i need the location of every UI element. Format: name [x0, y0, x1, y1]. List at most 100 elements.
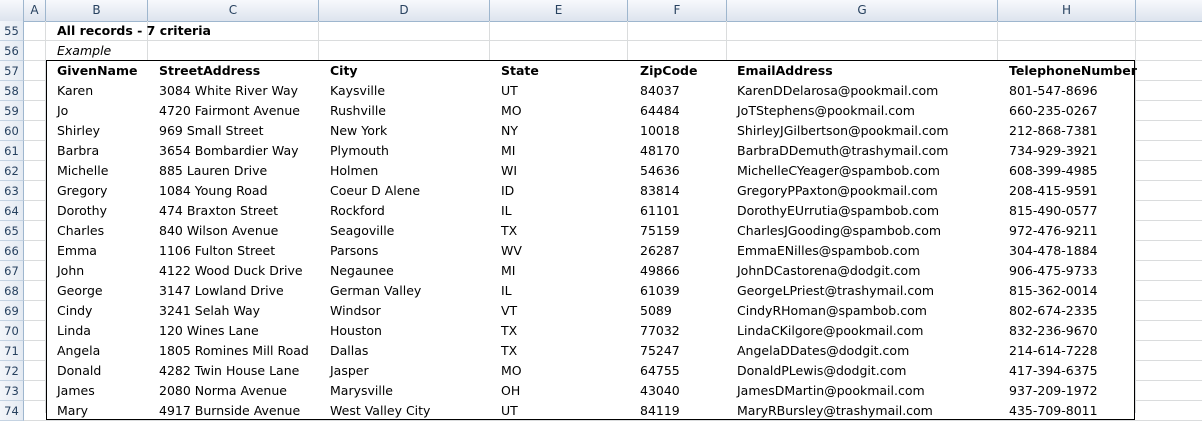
cell-email-address[interactable]: AngelaDDates@dodgit.com	[737, 341, 909, 361]
cell-city[interactable]: Plymouth	[330, 141, 389, 161]
cell-street-address[interactable]: 120 Wines Lane	[159, 321, 259, 341]
row-header[interactable]: 72	[0, 361, 24, 381]
column-header-d[interactable]: D	[319, 0, 490, 21]
cell-given-name[interactable]: Angela	[57, 341, 100, 361]
cell-street-address[interactable]: 474 Braxton Street	[159, 201, 278, 221]
row-header[interactable]: 71	[0, 341, 24, 361]
cell-state[interactable]: ID	[501, 181, 514, 201]
cell-telephone-number[interactable]: 608-399-4985	[1009, 161, 1098, 181]
row-header[interactable]: 59	[0, 101, 24, 121]
row-header[interactable]: 60	[0, 121, 24, 141]
cell-given-name[interactable]: Emma	[57, 241, 97, 261]
cell-given-name[interactable]: John	[57, 261, 84, 281]
row-header[interactable]: 58	[0, 81, 24, 101]
cell-email-address[interactable]: BarbraDDemuth@trashymail.com	[737, 141, 948, 161]
cell-street-address[interactable]: 2080 Norma Avenue	[159, 381, 287, 401]
column-header-c[interactable]: C	[148, 0, 319, 21]
cell-city[interactable]: German Valley	[330, 281, 421, 301]
cell-zip-code[interactable]: 64755	[640, 361, 680, 381]
cell-email-address[interactable]: JoTStephens@pookmail.com	[737, 101, 915, 121]
column-header-h[interactable]: H	[998, 0, 1136, 21]
cell-telephone-number[interactable]: 832-236-9670	[1009, 321, 1098, 341]
cell-state[interactable]: IL	[501, 281, 512, 301]
cell-email-address[interactable]: CharlesJGooding@spambob.com	[737, 221, 941, 241]
header-city[interactable]: City	[330, 61, 358, 81]
cell-telephone-number[interactable]: 660-235-0267	[1009, 101, 1098, 121]
cell-zip-code[interactable]: 83814	[640, 181, 680, 201]
cell-street-address[interactable]: 840 Wilson Avenue	[159, 221, 278, 241]
cell-state[interactable]: VT	[501, 301, 517, 321]
cell-given-name[interactable]: Donald	[57, 361, 101, 381]
cell-street-address[interactable]: 4282 Twin House Lane	[159, 361, 299, 381]
cell-city[interactable]: Rushville	[330, 101, 386, 121]
cell-telephone-number[interactable]: 208-415-9591	[1009, 181, 1098, 201]
header-state[interactable]: State	[501, 61, 539, 81]
cell-street-address[interactable]: 4917 Burnside Avenue	[159, 401, 300, 421]
column-header-next[interactable]	[1136, 0, 1202, 21]
cell-state[interactable]: IL	[501, 201, 512, 221]
cell-given-name[interactable]: Karen	[57, 81, 93, 101]
cell-given-name[interactable]: Linda	[57, 321, 91, 341]
section-subtitle[interactable]: Example	[57, 41, 111, 61]
select-all-corner[interactable]	[0, 0, 24, 21]
cell-telephone-number[interactable]: 734-929-3921	[1009, 141, 1098, 161]
cell-given-name[interactable]: Jo	[57, 101, 68, 121]
row-header[interactable]: 66	[0, 241, 24, 261]
row-header[interactable]: 69	[0, 301, 24, 321]
cell-street-address[interactable]: 4720 Fairmont Avenue	[159, 101, 300, 121]
cell-given-name[interactable]: Shirley	[57, 121, 100, 141]
cell-zip-code[interactable]: 61039	[640, 281, 680, 301]
column-header-g[interactable]: G	[727, 0, 998, 21]
row-header[interactable]: 73	[0, 381, 24, 401]
cell-email-address[interactable]: EmmaENilles@spambob.com	[737, 241, 920, 261]
cell-state[interactable]: WI	[501, 161, 517, 181]
row-header[interactable]: 63	[0, 181, 24, 201]
cell-email-address[interactable]: MaryRBursley@trashymail.com	[737, 401, 933, 421]
cell-telephone-number[interactable]: 435-709-8011	[1009, 401, 1098, 421]
row-header[interactable]: 68	[0, 281, 24, 301]
column-header-e[interactable]: E	[490, 0, 628, 21]
cell-street-address[interactable]: 969 Small Street	[159, 121, 264, 141]
cell-zip-code[interactable]: 64484	[640, 101, 680, 121]
cell-city[interactable]: West Valley City	[330, 401, 430, 421]
cell-city[interactable]: Holmen	[330, 161, 378, 181]
cell-telephone-number[interactable]: 906-475-9733	[1009, 261, 1098, 281]
cell-street-address[interactable]: 3147 Lowland Drive	[159, 281, 284, 301]
column-header-f[interactable]: F	[628, 0, 727, 21]
cell-city[interactable]: Negaunee	[330, 261, 394, 281]
cell-city[interactable]: Marysville	[330, 381, 393, 401]
row-header[interactable]: 55	[0, 21, 24, 41]
cell-telephone-number[interactable]: 304-478-1884	[1009, 241, 1098, 261]
row-header[interactable]: 61	[0, 141, 24, 161]
section-title[interactable]: All records - 7 criteria	[57, 21, 211, 41]
cell-telephone-number[interactable]: 815-362-0014	[1009, 281, 1098, 301]
row-header[interactable]: 56	[0, 41, 24, 61]
cell-given-name[interactable]: George	[57, 281, 103, 301]
cell-street-address[interactable]: 3241 Selah Way	[159, 301, 260, 321]
cell-telephone-number[interactable]: 801-547-8696	[1009, 81, 1098, 101]
cell-state[interactable]: OH	[501, 381, 520, 401]
cell-city[interactable]: Houston	[330, 321, 382, 341]
cell-telephone-number[interactable]: 802-674-2335	[1009, 301, 1098, 321]
cell-state[interactable]: WV	[501, 241, 522, 261]
cell-state[interactable]: NY	[501, 121, 518, 141]
row-header[interactable]: 70	[0, 321, 24, 341]
cell-email-address[interactable]: GeorgeLPriest@trashymail.com	[737, 281, 934, 301]
cell-email-address[interactable]: JamesDMartin@pookmail.com	[737, 381, 925, 401]
cell-telephone-number[interactable]: 972-476-9211	[1009, 221, 1098, 241]
cell-email-address[interactable]: DonaldPLewis@dodgit.com	[737, 361, 906, 381]
cell-zip-code[interactable]: 43040	[640, 381, 680, 401]
cell-email-address[interactable]: ShirleyJGilbertson@pookmail.com	[737, 121, 949, 141]
cell-state[interactable]: TX	[501, 321, 517, 341]
header-zip-code[interactable]: ZipCode	[640, 61, 697, 81]
row-header[interactable]: 57	[0, 61, 24, 81]
cell-street-address[interactable]: 3654 Bombardier Way	[159, 141, 299, 161]
cell-given-name[interactable]: Charles	[57, 221, 104, 241]
cell-street-address[interactable]: 1805 Romines Mill Road	[159, 341, 309, 361]
cell-telephone-number[interactable]: 815-490-0577	[1009, 201, 1098, 221]
cell-zip-code[interactable]: 48170	[640, 141, 680, 161]
cell-zip-code[interactable]: 49866	[640, 261, 680, 281]
cell-telephone-number[interactable]: 212-868-7381	[1009, 121, 1098, 141]
cell-given-name[interactable]: James	[57, 381, 95, 401]
cell-zip-code[interactable]: 84037	[640, 81, 680, 101]
